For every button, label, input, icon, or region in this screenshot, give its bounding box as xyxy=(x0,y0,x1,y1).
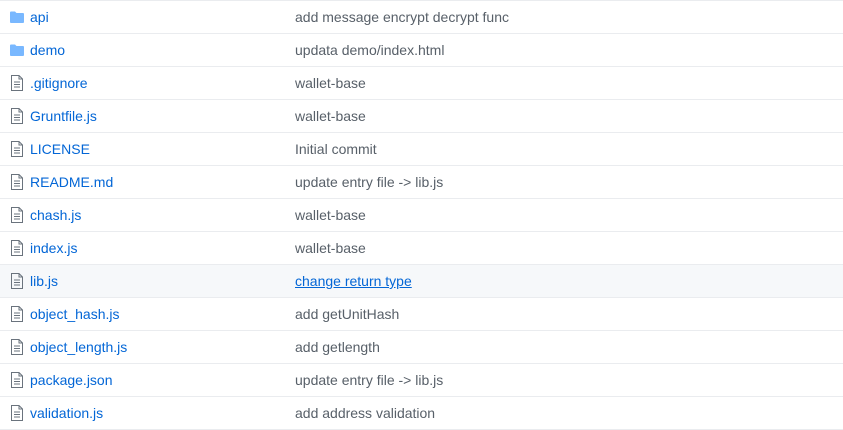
commit-message-link[interactable]: add message encrypt decrypt func xyxy=(295,1,509,33)
file-name-link[interactable]: chash.js xyxy=(30,199,81,231)
file-name-link[interactable]: LICENSE xyxy=(30,133,90,165)
file-table: api add message encrypt decrypt func dem… xyxy=(0,0,843,430)
file-name-link[interactable]: package.json xyxy=(30,364,113,396)
file-name-link[interactable]: object_hash.js xyxy=(30,298,120,330)
commit-message-link[interactable]: update entry file -> lib.js xyxy=(295,364,443,396)
commit-message-link[interactable]: add address validation xyxy=(295,397,435,429)
file-row: object_length.js add getlength xyxy=(0,331,843,364)
commit-message-link[interactable]: wallet-base xyxy=(295,67,366,99)
file-row: lib.js change return type xyxy=(0,265,843,298)
commit-message-link[interactable]: wallet-base xyxy=(295,199,366,231)
file-row: package.json update entry file -> lib.js xyxy=(0,364,843,397)
folder-icon xyxy=(10,34,24,66)
commit-message-link[interactable]: wallet-base xyxy=(295,232,366,264)
file-icon xyxy=(10,265,24,297)
file-icon xyxy=(10,67,24,99)
file-icon xyxy=(10,364,24,396)
file-row: chash.js wallet-base xyxy=(0,199,843,232)
file-row: index.js wallet-base xyxy=(0,232,843,265)
file-name-link[interactable]: Gruntfile.js xyxy=(30,100,97,132)
file-row: LICENSE Initial commit xyxy=(0,133,843,166)
file-icon xyxy=(10,331,24,363)
commit-message-link[interactable]: update entry file -> lib.js xyxy=(295,166,443,198)
file-icon xyxy=(10,100,24,132)
file-icon xyxy=(10,199,24,231)
folder-icon xyxy=(10,1,24,33)
file-name-link[interactable]: lib.js xyxy=(30,265,58,297)
file-row: .gitignore wallet-base xyxy=(0,67,843,100)
file-row: api add message encrypt decrypt func xyxy=(0,1,843,34)
file-row: object_hash.js add getUnitHash xyxy=(0,298,843,331)
commit-message-link[interactable]: change return type xyxy=(295,265,412,297)
file-name-link[interactable]: demo xyxy=(30,34,65,66)
file-name-link[interactable]: object_length.js xyxy=(30,331,127,363)
commit-message-link[interactable]: Initial commit xyxy=(295,133,377,165)
file-icon xyxy=(10,397,24,429)
commit-message-link[interactable]: updata demo/index.html xyxy=(295,34,444,66)
file-icon xyxy=(10,232,24,264)
file-name-link[interactable]: .gitignore xyxy=(30,67,88,99)
file-icon xyxy=(10,298,24,330)
file-row: demo updata demo/index.html xyxy=(0,34,843,67)
file-name-link[interactable]: api xyxy=(30,1,49,33)
commit-message-link[interactable]: wallet-base xyxy=(295,100,366,132)
file-name-link[interactable]: validation.js xyxy=(30,397,103,429)
file-row: README.md update entry file -> lib.js xyxy=(0,166,843,199)
file-row: validation.js add address validation xyxy=(0,397,843,430)
file-icon xyxy=(10,133,24,165)
commit-message-link[interactable]: add getlength xyxy=(295,331,380,363)
file-icon xyxy=(10,166,24,198)
file-row: Gruntfile.js wallet-base xyxy=(0,100,843,133)
commit-message-link[interactable]: add getUnitHash xyxy=(295,298,399,330)
file-name-link[interactable]: index.js xyxy=(30,232,77,264)
file-name-link[interactable]: README.md xyxy=(30,166,113,198)
